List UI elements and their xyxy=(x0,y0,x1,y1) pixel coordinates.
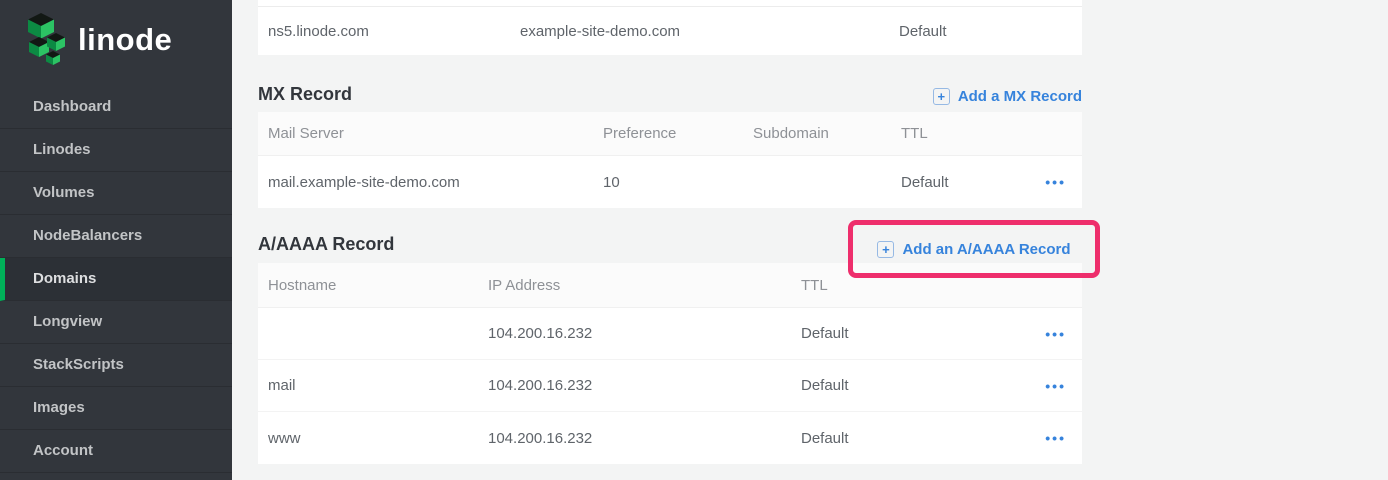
sidebar-item-stackscripts[interactable]: StackScripts xyxy=(0,344,232,387)
add-mx-record-label: Add a MX Record xyxy=(958,88,1082,105)
row-actions-ellipsis-icon[interactable]: ••• xyxy=(1045,326,1082,342)
cell-name-server: ns5.linode.com xyxy=(258,23,510,40)
mx-section-title: MX Record xyxy=(258,85,352,105)
sidebar-item-nodebalancers[interactable]: NodeBalancers xyxy=(0,215,232,258)
cell-ip-address: 104.200.16.232 xyxy=(478,430,791,447)
row-actions-ellipsis-icon[interactable]: ••• xyxy=(1045,174,1082,190)
cell-ttl: Default xyxy=(791,377,1045,394)
mx-table-header: Mail Server Preference Subdomain TTL xyxy=(258,112,1082,156)
cell-ttl: Default xyxy=(791,430,1045,447)
add-mx-record-button[interactable]: + Add a MX Record xyxy=(933,88,1082,105)
sidebar-nav: Dashboard Linodes Volumes NodeBalancers … xyxy=(0,86,232,473)
sidebar-item-dashboard[interactable]: Dashboard xyxy=(0,86,232,129)
row-actions-ellipsis-icon[interactable]: ••• xyxy=(1045,430,1082,446)
sidebar-item-images[interactable]: Images xyxy=(0,387,232,430)
annotation-highlight: + Add an A/AAAA Record xyxy=(848,220,1100,278)
header-hostname: Hostname xyxy=(258,277,478,294)
aaaa-section-title: A/AAAA Record xyxy=(258,235,394,255)
ns-record-row-partial xyxy=(258,0,1082,7)
table-row: www 104.200.16.232 Default ••• xyxy=(258,412,1082,464)
aaaa-section-header: A/AAAA Record + Add an A/AAAA Record xyxy=(258,208,1082,263)
row-actions-ellipsis-icon[interactable]: ••• xyxy=(1045,378,1082,394)
sidebar-item-volumes[interactable]: Volumes xyxy=(0,172,232,215)
table-row: 104.200.16.232 Default ••• xyxy=(258,308,1082,360)
sidebar-item-linodes[interactable]: Linodes xyxy=(0,129,232,172)
cell-ttl: Default xyxy=(891,174,1045,191)
mx-record-table: Mail Server Preference Subdomain TTL mai… xyxy=(258,112,1082,208)
header-mail-server: Mail Server xyxy=(258,125,593,142)
cell-subdomain: example-site-demo.com xyxy=(510,23,889,40)
cell-ttl: Default xyxy=(791,325,1045,342)
sidebar-item-longview[interactable]: Longview xyxy=(0,301,232,344)
cell-hostname: www xyxy=(258,430,478,447)
header-ip-address: IP Address xyxy=(478,277,791,294)
ns-record-table: ns5.linode.com example-site-demo.com Def… xyxy=(258,0,1082,55)
table-row: mail.example-site-demo.com 10 Default ••… xyxy=(258,156,1082,208)
header-ttl: TTL xyxy=(791,277,1082,294)
table-row: ns5.linode.com example-site-demo.com Def… xyxy=(258,7,1082,55)
plus-icon: + xyxy=(877,241,894,258)
cell-ip-address: 104.200.16.232 xyxy=(478,377,791,394)
header-preference: Preference xyxy=(593,125,743,142)
header-ttl: TTL xyxy=(891,125,1082,142)
plus-icon: + xyxy=(933,88,950,105)
sidebar: linode Dashboard Linodes Volumes NodeBal… xyxy=(0,0,232,480)
linode-logo[interactable]: linode xyxy=(0,0,232,64)
linode-cubes-icon xyxy=(25,11,69,65)
cell-mail-server: mail.example-site-demo.com xyxy=(258,174,593,191)
table-row: mail 104.200.16.232 Default ••• xyxy=(258,360,1082,412)
cell-ip-address: 104.200.16.232 xyxy=(478,325,791,342)
add-aaaa-record-label: Add an A/AAAA Record xyxy=(902,241,1070,258)
cell-ttl: Default xyxy=(889,23,1082,40)
page: linode Dashboard Linodes Volumes NodeBal… xyxy=(0,0,1388,480)
cell-preference: 10 xyxy=(593,174,743,191)
main-content: ns5.linode.com example-site-demo.com Def… xyxy=(232,0,1388,480)
sidebar-item-domains[interactable]: Domains xyxy=(0,258,232,301)
logo-wordmark: linode xyxy=(78,20,172,55)
header-subdomain: Subdomain xyxy=(743,125,891,142)
aaaa-record-table: Hostname IP Address TTL 104.200.16.232 D… xyxy=(258,263,1082,464)
add-aaaa-record-button[interactable]: + Add an A/AAAA Record xyxy=(877,241,1070,258)
sidebar-item-account[interactable]: Account xyxy=(0,430,232,473)
cell-hostname: mail xyxy=(258,377,478,394)
mx-section-header: MX Record + Add a MX Record xyxy=(258,55,1082,112)
